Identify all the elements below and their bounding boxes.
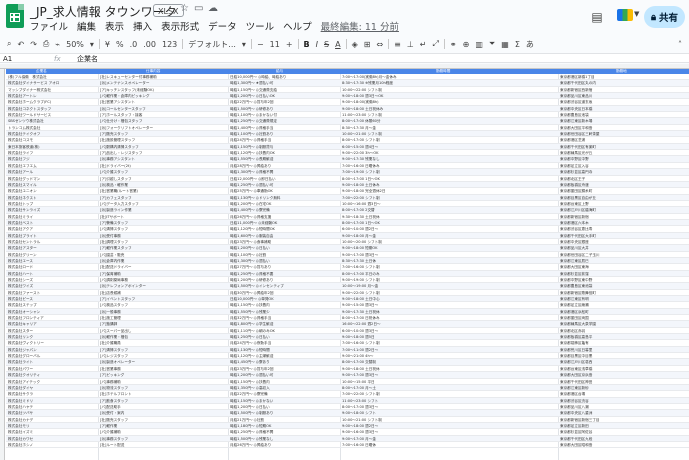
print-icon[interactable]: ⎙ [40, 39, 52, 49]
toolbar-divider [345, 39, 347, 49]
insert-chart-icon[interactable]: ▥ [472, 40, 486, 49]
menu-insert[interactable]: 挿入 [133, 19, 152, 33]
increase-decimal-button[interactable]: .00 [140, 40, 159, 49]
toolbar-divider [250, 39, 252, 49]
insert-link-icon[interactable]: ⚭ [447, 40, 460, 49]
move-to-folder-icon[interactable]: ▭ [194, 3, 203, 14]
chevron-down-icon[interactable]: ▼ [634, 10, 639, 18]
font-select[interactable]: デフォルト... [185, 39, 239, 50]
menu-tools[interactable]: ツール [246, 19, 275, 33]
vertical-align-icon[interactable]: ⊥ [404, 40, 417, 49]
menu-view[interactable]: 表示 [105, 19, 124, 33]
font-size-decrease-icon[interactable]: − [254, 40, 267, 49]
filter-views-icon[interactable]: ▦ [498, 40, 512, 49]
menu-edit[interactable]: 編集 [77, 19, 96, 33]
cell-company[interactable]: 株式会社ホシノ [8, 442, 96, 448]
menu-help[interactable]: ヘルプ [283, 19, 312, 33]
collapse-toolbar-icon[interactable]: ˄ [675, 40, 685, 49]
menu-file[interactable]: ファイル [30, 19, 68, 33]
redo-icon[interactable]: ↷ [27, 40, 40, 49]
insert-comment-icon[interactable]: ⊕ [460, 40, 473, 49]
currency-format-button[interactable]: ¥ [102, 40, 113, 49]
sheet-content[interactable]: 企業名 仕事内容 給与 勤務時間 勤務地 (株)フル協働 株式会社 [社]レスキュ… [6, 69, 689, 460]
decrease-decimal-button[interactable]: .0 [127, 40, 141, 49]
toolbar: ⌕ ↶ ↷ ⎙ ⌁ 50% ▾ ¥ % .0 .00 123 デフォルト... … [4, 37, 685, 51]
font-size-input[interactable]: 11 [267, 40, 283, 49]
merge-cells-icon[interactable]: ⇔ [373, 40, 386, 49]
sheets-logo-icon[interactable] [6, 4, 24, 28]
cloud-status-icon[interactable]: ☁ [208, 3, 218, 14]
input-tools-icon[interactable]: あ [523, 39, 537, 50]
table-body: (株)フル協働 株式会社 [社]レスキューセンター付事務補助 日給10,000円〜 … [6, 74, 689, 449]
toolbar-divider [182, 39, 184, 49]
filter-icon[interactable]: ⏷ [486, 39, 498, 49]
file-extension-badge: XLSX [153, 4, 184, 17]
share-button[interactable]: 🔒︎ 共有 [644, 6, 685, 28]
share-label: 共有 [659, 13, 679, 24]
toolbar-divider [98, 39, 100, 49]
number-format-button[interactable]: 123 [159, 40, 180, 49]
formula-input[interactable]: 企業名 [77, 54, 98, 64]
strikethrough-button[interactable]: S [321, 40, 332, 49]
formula-bar: A1 fx 企業名 [0, 53, 689, 63]
toolbar-divider [443, 39, 445, 49]
text-wrap-icon[interactable]: ↵ [417, 40, 430, 49]
meet-icon[interactable] [617, 9, 633, 21]
bold-button[interactable]: B [301, 40, 313, 49]
cell-job[interactable]: [社]ルート配送 [100, 442, 226, 448]
menu-bar: ファイル 編集 表示 挿入 表示形式 データ ツール ヘルプ 最終編集: 11 … [30, 19, 399, 33]
fx-icon: fx [54, 55, 61, 63]
comment-icon[interactable]: ▤ [588, 8, 606, 26]
spreadsheet-app: _JP_求人情報 タウンワーク XLSX ☆ ▭ ☁ ファイル 編集 表示 挿入… [0, 0, 689, 460]
table-row[interactable]: 株式会社ホシノ [社]ルート配送 月給26万円〜 ◎昇給あり 7:00〜16:00 日… [6, 442, 689, 449]
lock-icon: 🔒︎ [650, 11, 657, 23]
functions-icon[interactable]: Σ [512, 40, 523, 49]
cell-location[interactable]: 東京都大田区昭和島 [560, 442, 688, 448]
text-color-button[interactable]: A [332, 40, 343, 49]
text-rotate-icon[interactable]: ⤢ [430, 39, 442, 49]
row-header-bar[interactable] [0, 69, 5, 460]
search-menus-icon[interactable]: ⌕ [4, 39, 14, 49]
zoom-select[interactable]: 50% [63, 40, 87, 49]
app-header: _JP_求人情報 タウンワーク XLSX ☆ ▭ ☁ ファイル 編集 表示 挿入… [0, 0, 689, 36]
star-icon[interactable]: ☆ [180, 3, 189, 14]
chevron-down-icon[interactable]: ▾ [87, 40, 97, 49]
toolbar-divider [297, 39, 299, 49]
last-edit-link[interactable]: 最終編集: 11 分前 [321, 19, 399, 33]
font-size-increase-icon[interactable]: + [283, 40, 296, 49]
italic-button[interactable]: I [313, 40, 321, 49]
cell-salary[interactable]: 月給26万円〜 ◎昇給あり [230, 442, 338, 448]
spreadsheet-grid[interactable]: 企業名 仕事内容 給与 勤務時間 勤務地 (株)フル協働 株式会社 [社]レスキュ… [0, 64, 689, 460]
horizontal-align-icon[interactable]: ≡ [391, 40, 404, 49]
percent-format-button[interactable]: % [113, 40, 127, 49]
chevron-down-icon[interactable]: ▾ [239, 40, 249, 49]
borders-icon[interactable]: ⊞ [361, 40, 374, 49]
menu-data[interactable]: データ [208, 19, 237, 33]
undo-icon[interactable]: ↶ [14, 40, 27, 49]
name-box[interactable]: A1 [3, 54, 12, 64]
paint-format-icon[interactable]: ⌁ [52, 40, 63, 49]
fill-color-icon[interactable]: ◈ [349, 40, 361, 49]
menu-format[interactable]: 表示形式 [161, 19, 199, 33]
toolbar-divider [388, 39, 390, 49]
cell-hours[interactable]: 7:00〜16:00 日曜休 [342, 442, 556, 448]
